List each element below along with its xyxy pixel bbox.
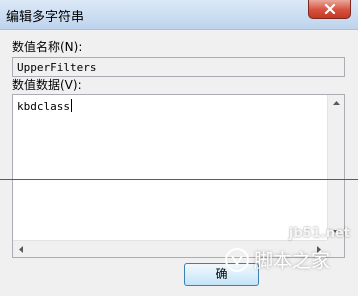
value-name-field: UpperFilters	[12, 57, 345, 77]
value-data-text: kbdclass	[17, 100, 70, 113]
background-window-ghost	[168, 2, 228, 28]
text-caret	[70, 99, 72, 112]
close-icon	[324, 4, 335, 14]
chevron-up-icon	[332, 101, 340, 105]
value-data-label: 数值数据(V):	[12, 78, 82, 92]
watermark-brand: 脚本之家	[254, 250, 331, 272]
window-title: 编辑多字符串	[6, 10, 85, 25]
dialog-body: 数值名称(N): UpperFilters 数值数据(V): kbdclass …	[0, 30, 358, 296]
chevron-left-icon	[19, 245, 23, 253]
site-logo-icon	[225, 247, 249, 272]
scroll-left-button[interactable]	[13, 241, 29, 257]
red-guide-line	[0, 179, 358, 180]
vertical-scrollbar[interactable]	[327, 95, 344, 240]
site-watermark: jb51.net 脚本之家	[224, 226, 358, 296]
close-button[interactable]	[308, 0, 351, 19]
value-name-label: 数值名称(N):	[12, 40, 83, 54]
scroll-up-button[interactable]	[328, 95, 344, 111]
watermark-url: jb51.net	[288, 226, 350, 241]
title-bar[interactable]: 编辑多字符串	[0, 0, 358, 30]
